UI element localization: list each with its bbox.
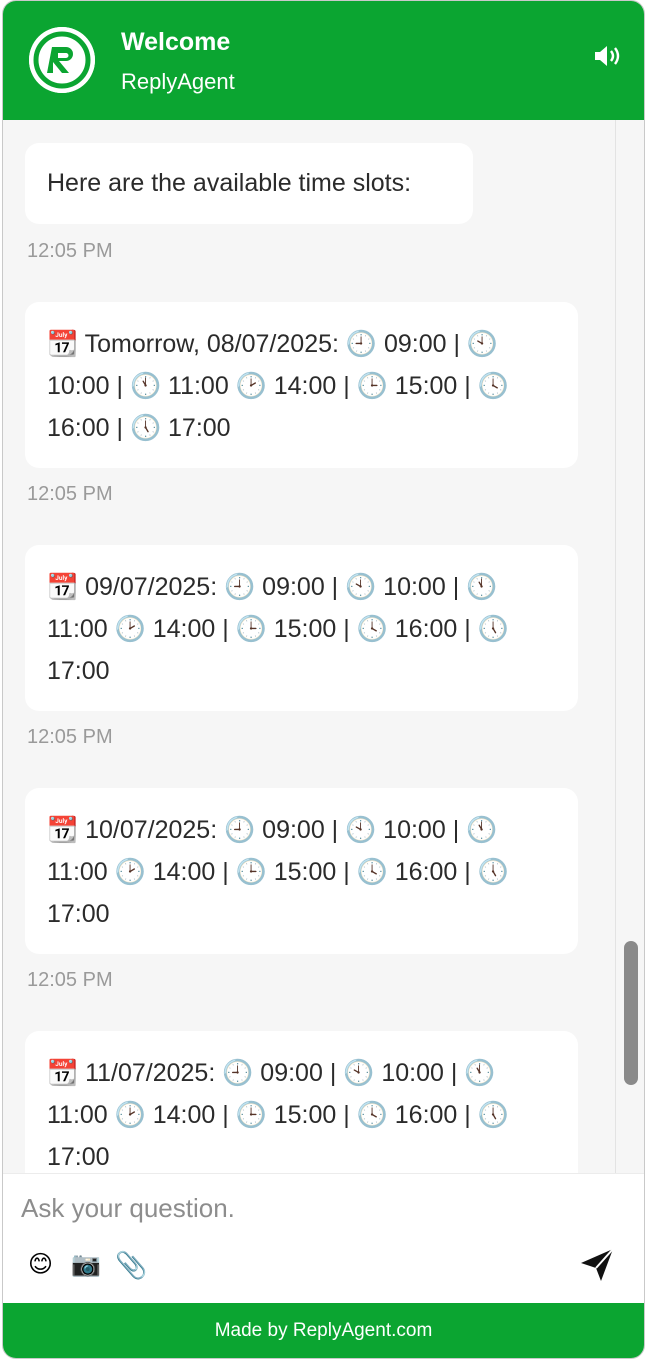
message-composer: 😊 📷 📎 — [3, 1173, 644, 1303]
header-subtitle: ReplyAgent — [121, 69, 235, 94]
paperclip-icon[interactable]: 📎 — [115, 1250, 147, 1280]
message-bubble: Here are the available time slots: — [25, 143, 473, 224]
message-bubble: 📆 11/07/2025: 🕘 09:00 | 🕙 10:00 | 🕚 11:0… — [25, 1031, 578, 1173]
replyagent-logo-icon — [29, 27, 95, 93]
emoji-icon[interactable]: 😊 — [28, 1250, 53, 1280]
message-timestamp: 12:05 PM — [27, 969, 113, 991]
header-title: Welcome — [121, 28, 231, 56]
camera-icon[interactable]: 📷 — [71, 1250, 101, 1280]
message-timestamp: 12:05 PM — [27, 240, 113, 262]
message-timestamp: 12:05 PM — [27, 726, 113, 748]
send-icon[interactable] — [577, 1246, 617, 1284]
speaker-icon[interactable] — [591, 43, 623, 69]
message-bubble: 📆 10/07/2025: 🕘 09:00 | 🕙 10:00 | 🕚 11:0… — [25, 788, 578, 954]
message-list: Here are the available time slots: 12:05… — [3, 120, 615, 1173]
message-timestamp: 12:05 PM — [27, 483, 113, 505]
message-input[interactable] — [21, 1188, 561, 1228]
chat-header: Welcome ReplyAgent — [3, 1, 644, 120]
scrollbar-thumb[interactable] — [624, 941, 638, 1085]
message-bubble: 📆 09/07/2025: 🕘 09:00 | 🕙 10:00 | 🕚 11:0… — [25, 545, 578, 711]
chat-widget: Welcome ReplyAgent Here are the availabl… — [2, 0, 645, 1359]
footer-credit[interactable]: Made by ReplyAgent.com — [3, 1303, 644, 1358]
message-bubble: 📆 Tomorrow, 08/07/2025: 🕘 09:00 | 🕙 10:0… — [25, 302, 578, 468]
